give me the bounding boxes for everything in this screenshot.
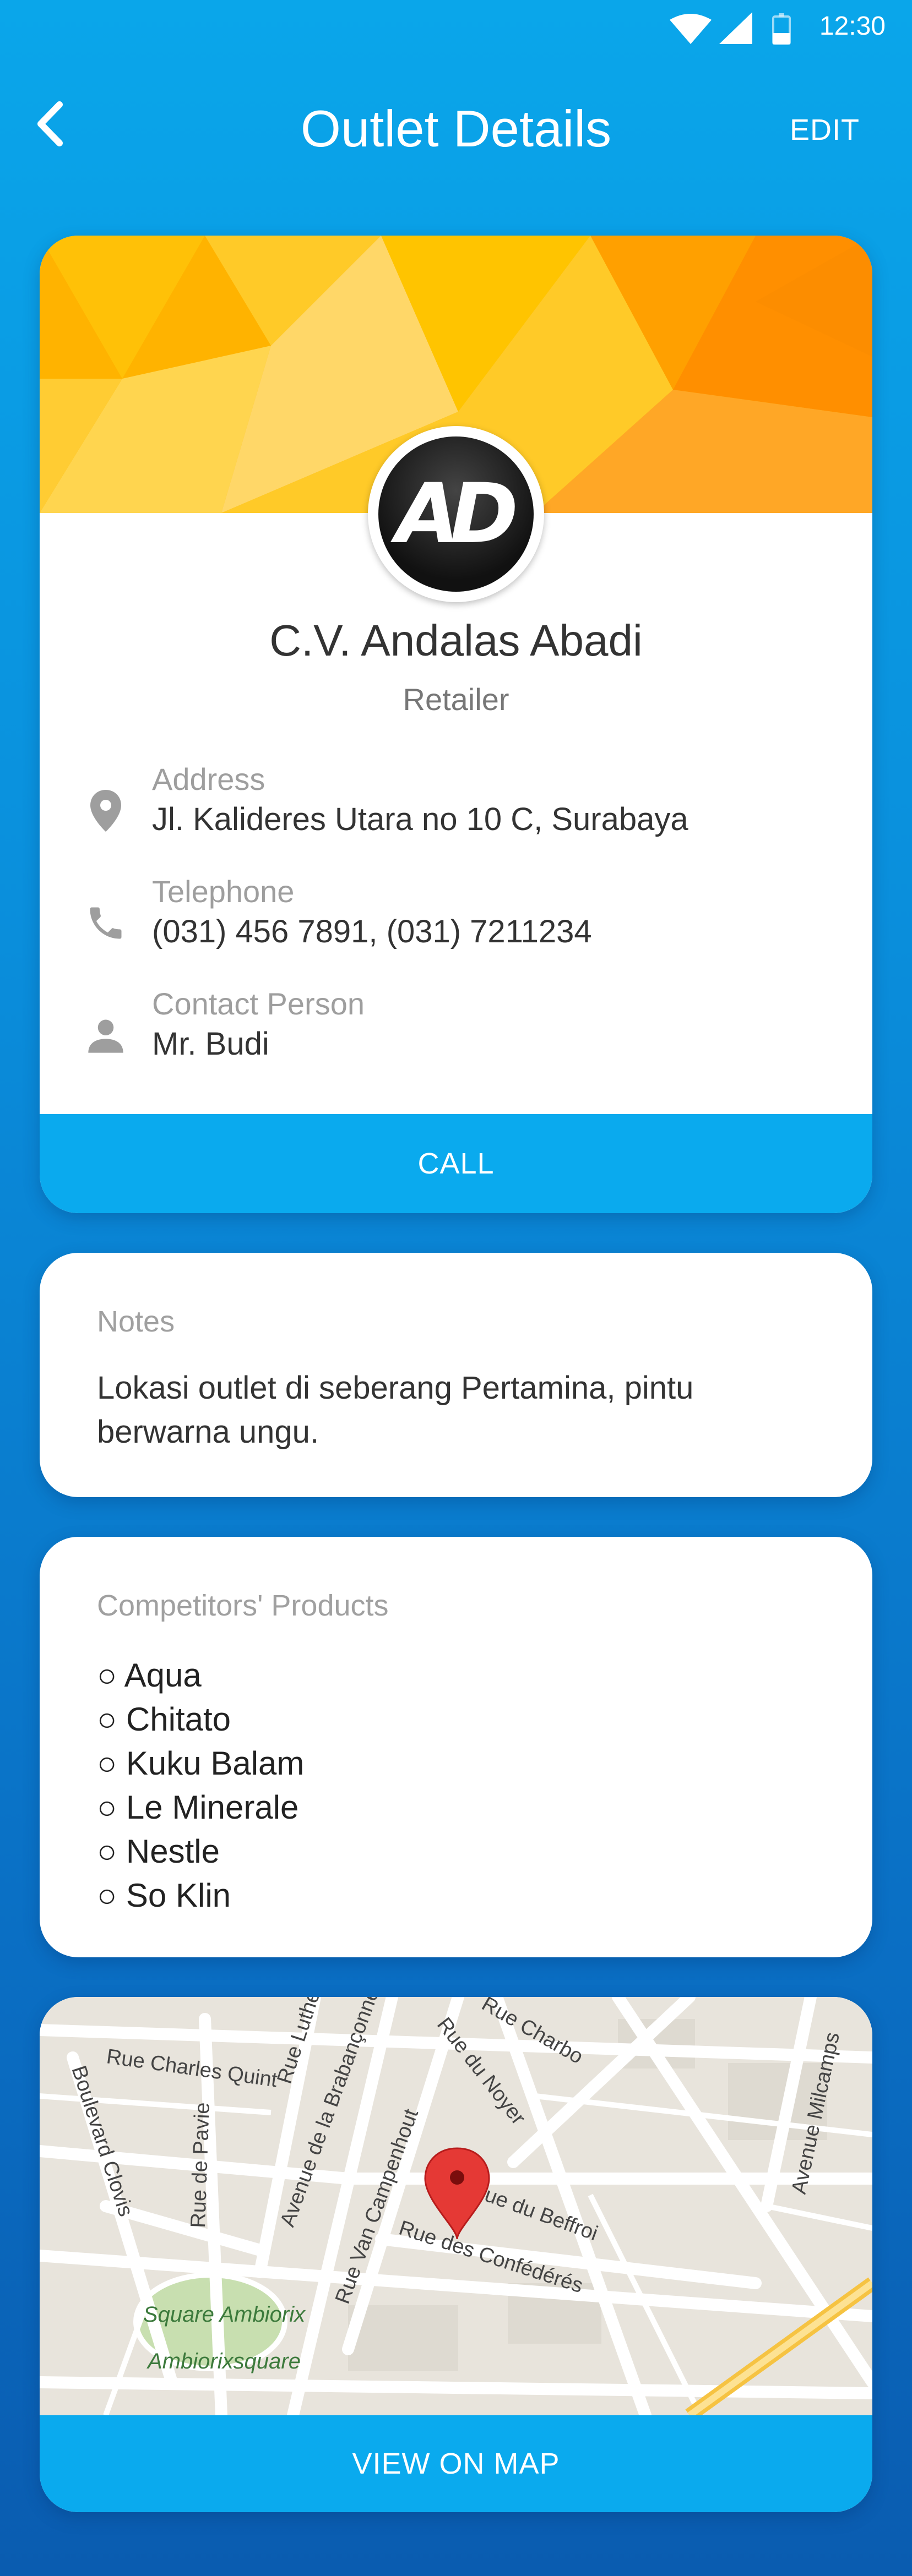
notes-text: Lokasi outlet di seberang Pertamina, pin…	[97, 1370, 694, 1450]
list-item: ○ Le Minerale	[97, 1789, 299, 1826]
edit-button[interactable]: EDIT	[790, 113, 860, 147]
person-icon	[78, 1008, 133, 1063]
competitors-card: Competitors' Products ○ Aqua ○ Chitato ○…	[40, 1537, 872, 1957]
contact-row: Contact Person Mr. Budi	[40, 986, 872, 1085]
notes-card: Notes Lokasi outlet di seberang Pertamin…	[40, 1253, 872, 1497]
wifi-icon	[670, 14, 712, 44]
competitors-label: Competitors' Products	[97, 1589, 389, 1622]
page-title: Outlet Details	[300, 100, 612, 157]
telephone-value[interactable]: (031) 456 7891, (031) 7211234	[152, 913, 592, 950]
outlet-profile-card: AD C.V. Andalas Abadi Retailer Address J…	[40, 236, 872, 1213]
signal-icon	[719, 12, 752, 44]
call-button[interactable]: CALL	[40, 1114, 872, 1213]
competitors-list: ○ Aqua ○ Chitato ○ Kuku Balam ○ Le Miner…	[97, 1653, 304, 1918]
outlet-logo-initials: AD	[395, 466, 519, 562]
contact-label: Contact Person	[152, 986, 365, 1021]
map-card: Rue Charles Quint Boulevard Clovis Rue d…	[40, 1997, 872, 2512]
notes-label: Notes	[97, 1305, 175, 1338]
park-label: Square Ambiorix	[143, 2302, 306, 2327]
list-item: ○ Kuku Balam	[97, 1745, 305, 1782]
list-item: ○ Nestle	[97, 1833, 220, 1870]
location-map[interactable]: Rue Charles Quint Boulevard Clovis Rue d…	[40, 1997, 872, 2415]
status-icons	[670, 12, 791, 45]
top-app-bar: Outlet Details EDIT	[0, 61, 912, 193]
street-label: Rue de Pavie	[187, 2102, 214, 2228]
list-item: ○ So Klin	[97, 1877, 231, 1914]
contact-value: Mr. Budi	[152, 1026, 269, 1062]
outlet-name: C.V. Andalas Abadi	[269, 616, 643, 665]
outlet-logo: AD	[378, 436, 534, 592]
list-item: ○ Aqua	[97, 1657, 202, 1694]
status-time: 12:30	[819, 12, 886, 41]
address-value: Jl. Kalideres Utara no 10 C, Surabaya	[152, 801, 688, 837]
telephone-label: Telephone	[152, 874, 295, 909]
address-row: Address Jl. Kalideres Utara no 10 C, Sur…	[40, 761, 872, 860]
outlet-type: Retailer	[403, 682, 509, 717]
battery-icon	[772, 13, 791, 45]
view-on-map-button[interactable]: VIEW ON MAP	[40, 2415, 872, 2512]
park-label: Ambiorixsquare	[146, 2349, 301, 2373]
address-label: Address	[152, 762, 265, 796]
status-bar: 12:30	[0, 0, 912, 61]
phone-icon	[78, 896, 133, 951]
list-item: ○ Chitato	[97, 1701, 231, 1738]
telephone-row: Telephone (031) 456 7891, (031) 7211234	[40, 874, 872, 973]
location-pin-icon	[78, 783, 133, 838]
outlet-avatar: AD	[368, 426, 544, 602]
